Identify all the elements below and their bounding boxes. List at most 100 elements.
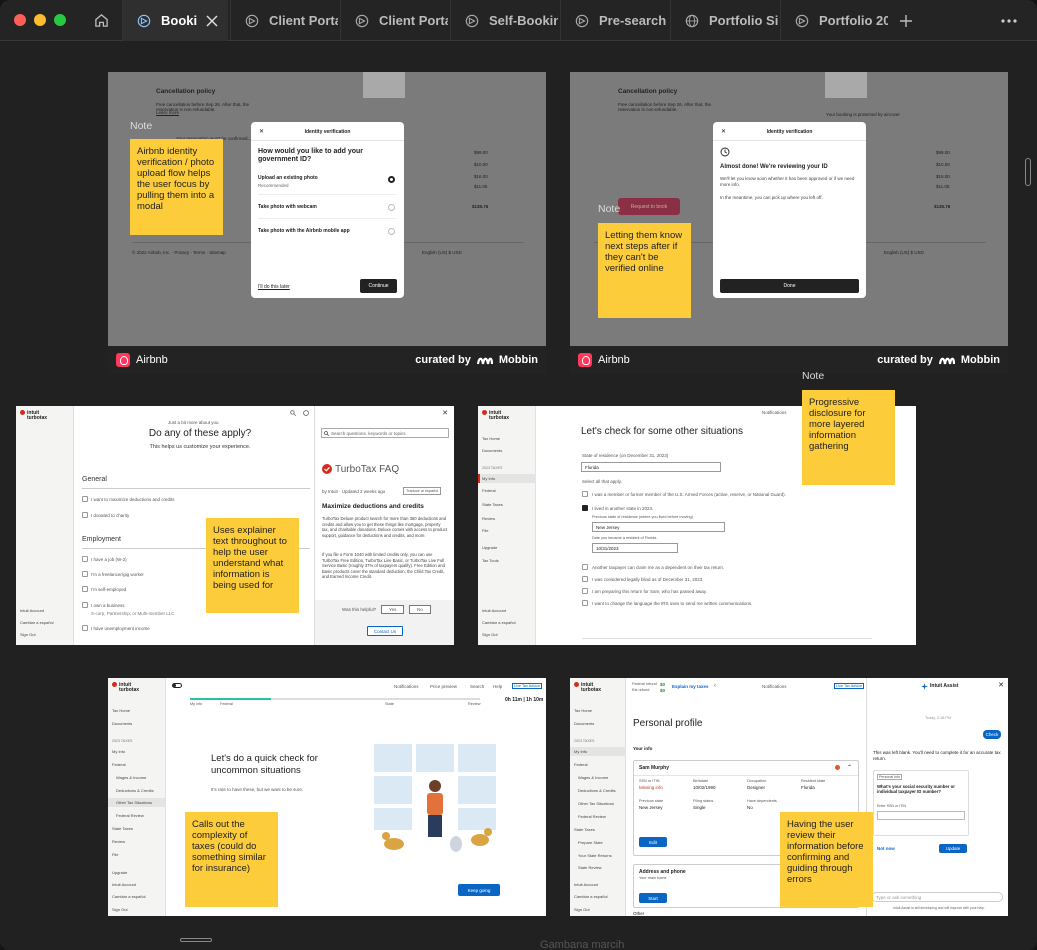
sidebar-item-my-info[interactable]: My Info [482,476,495,481]
sticky-note[interactable]: Progressive disclosure for more layered … [802,390,895,485]
sticky-note[interactable]: Uses explainer text throughout to help t… [206,518,299,613]
back-chevron-icon[interactable]: ‹ [714,683,716,689]
sidebar-item-account[interactable]: Intuit Account [20,608,44,613]
option-language[interactable]: I want to change the language the IRS us… [592,601,752,606]
sidebar-item-file[interactable]: File [482,528,488,533]
sidebar-item-upgrade[interactable]: Upgrade [482,545,497,550]
checkbox[interactable] [82,512,88,518]
whiteboard-canvas[interactable]: Cancellation policy Free cancellation be… [0,42,1037,950]
vertical-scrollbar[interactable] [1025,158,1031,186]
option-self-employed[interactable]: I'm self-employed [91,587,126,592]
sidebar-item-wages[interactable]: Wages & Income [116,775,146,780]
minimize-window-button[interactable] [34,14,46,26]
prev-state-select[interactable]: New Jersey [592,522,725,532]
yes-button[interactable]: Yes [381,605,405,614]
tab-self-booking[interactable]: Self-Bookin [450,0,558,41]
sidebar-item-account[interactable]: Intuit Account [574,882,598,887]
sidebar-item-wages[interactable]: Wages & Income [578,775,608,780]
help-search-input[interactable]: Search questions, keywords or topics [321,428,449,438]
notifications-link[interactable]: Notifications [762,410,787,415]
no-button[interactable]: No [409,605,431,614]
sidebar-item-my-info[interactable]: My Info [112,749,125,754]
assist-input[interactable]: Type or ask something [871,892,1003,902]
checkbox[interactable] [82,556,88,562]
sidebar-item-federal[interactable]: Federal [574,762,588,767]
checkbox[interactable] [82,571,88,577]
tab-portfolio-site[interactable]: Portfolio Sit [670,0,778,41]
horizontal-scrollbar[interactable] [180,938,212,942]
tab-client-portal-2[interactable]: Client Porta [340,0,448,41]
checkbox[interactable] [82,496,88,502]
live-tax-advice-badge[interactable]: Live Tax Advice [834,683,865,689]
sidebar-item-signout[interactable]: Sign Out [112,907,128,912]
close-icon[interactable]: ✕ [998,681,1004,689]
sticky-note[interactable]: Letting them know next steps after if th… [598,223,691,318]
sidebar-item-documents[interactable]: Documents [574,721,594,726]
sidebar-item-state-taxes[interactable]: State Taxes [574,827,595,832]
option-business[interactable]: I own a business [91,603,125,608]
close-window-button[interactable] [14,14,26,26]
checkbox[interactable] [582,600,588,606]
date-input[interactable]: 10/31/2023 [592,543,678,553]
toggle-switch[interactable] [172,683,182,688]
maximize-window-button[interactable] [54,14,66,26]
language-currency[interactable]: English (US) $ USD [884,250,924,255]
sidebar-item-review[interactable]: Review [112,839,125,844]
edit-button[interactable]: Edit [639,837,667,847]
more-options-button[interactable] [994,0,1024,41]
tab-portfolio-20[interactable]: Portfolio 20 [780,0,888,41]
sidebar-item-federal-review[interactable]: Federal Review [578,814,606,819]
sidebar-item-federal-review[interactable]: Federal Review [116,813,144,818]
sidebar-item-prepare-state[interactable]: Prepare State [578,840,603,845]
sidebar-item-other-situations[interactable]: Other Tax Situations [578,801,614,806]
help-icon[interactable] [303,410,309,416]
notifications-link[interactable]: Notifications [762,684,787,689]
sidebar-item-federal[interactable]: Federal [482,488,496,493]
sidebar-item-espanol[interactable]: Cambiar a español [112,894,146,899]
sidebar-item-account[interactable]: Intuit Account [112,882,136,887]
sidebar-item-state-taxes[interactable]: State Taxes [482,502,503,507]
option-mobile-label[interactable]: Take photo with the Airbnb mobile app [258,228,350,234]
sidebar-item-documents[interactable]: Documents [112,721,132,726]
sticky-note[interactable]: Airbnb identity verification / photo upl… [130,139,223,235]
checkbox[interactable] [82,586,88,592]
new-tab-button[interactable] [892,0,920,41]
continue-button[interactable]: Continue [360,279,397,293]
tab-client-portal-1[interactable]: Client Porta [230,0,338,41]
sidebar-item-deductions[interactable]: Deductions & Credits [116,788,154,793]
sidebar-item-upgrade[interactable]: Upgrade [112,870,127,875]
option-w2[interactable]: I have a job (W-2) [91,557,127,562]
radio-upload-selected[interactable] [388,176,395,183]
do-later-link[interactable]: I'll do this later [258,284,290,290]
option-passed-away[interactable]: I am preparing this return for Sam, who … [592,589,707,594]
sidebar-item-tax-tools[interactable]: Tax Tools [482,558,499,563]
update-button[interactable]: Update [939,844,967,853]
notifications-link[interactable]: Notifications [394,684,419,689]
checkbox[interactable] [582,491,588,497]
sidebar-item-signout[interactable]: Sign Out [20,632,36,637]
option-webcam-label[interactable]: Take photo with webcam [258,204,317,210]
search-icon[interactable] [290,410,296,416]
sidebar-item-state-returns[interactable]: Your State Returns [578,853,612,858]
sticky-note[interactable]: Having the user review their information… [780,812,873,907]
checkbox[interactable] [582,588,588,594]
radio-mobile[interactable] [388,228,395,235]
sidebar-item-deductions[interactable]: Deductions & Credits [578,788,616,793]
live-tax-advice-badge[interactable]: Live Tax Advice [512,683,543,689]
price-preview-link[interactable]: Price preview [430,684,457,689]
sidebar-item-federal[interactable]: Federal [112,762,126,767]
option-freelancer[interactable]: I'm a freelancer/gig worker [91,572,144,577]
checkbox[interactable] [82,625,88,631]
sidebar-item-signout[interactable]: Sign Out [574,907,590,912]
radio-webcam[interactable] [388,204,395,211]
home-button[interactable] [86,0,116,41]
ssn-input[interactable] [877,811,965,820]
tab-booking[interactable]: Bookin [122,0,228,41]
sidebar-item-espanol[interactable]: Cambiar a español [482,620,516,625]
not-now-button[interactable]: Not now [877,846,895,851]
search-link[interactable]: Search [470,684,484,689]
chevron-up-icon[interactable]: ⌃ [847,764,852,771]
close-icon[interactable]: ✕ [442,409,448,417]
sticky-note[interactable]: Calls out the complexity of taxes (could… [185,812,278,907]
checkbox[interactable] [582,564,588,570]
